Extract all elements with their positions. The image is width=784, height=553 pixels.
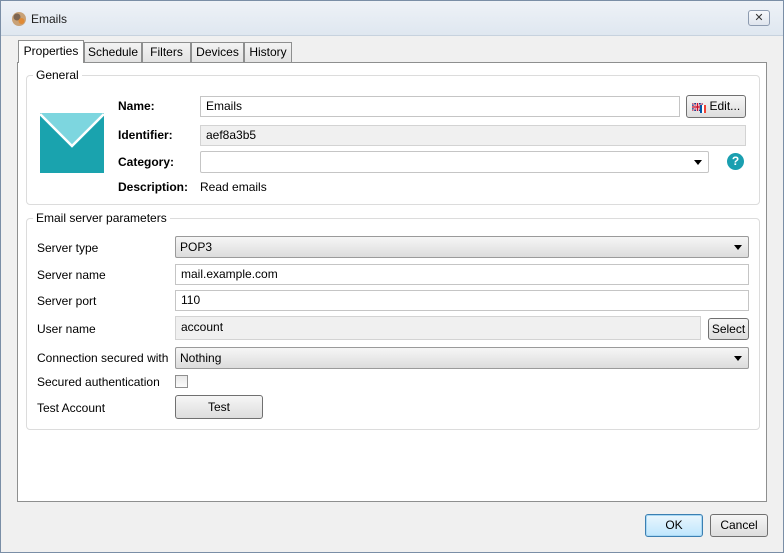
ok-button[interactable]: OK: [645, 514, 703, 537]
select-user-button[interactable]: Select: [708, 318, 749, 340]
help-icon[interactable]: ?: [727, 153, 744, 170]
user-name-field[interactable]: account: [175, 316, 701, 340]
tab-filters[interactable]: Filters: [142, 42, 191, 62]
connection-secured-label: Connection secured with: [37, 351, 169, 365]
fr-flag-icon: [700, 105, 707, 113]
secured-auth-label: Secured authentication: [37, 375, 160, 389]
user-name-label: User name: [37, 322, 96, 336]
server-port-label: Server port: [37, 294, 97, 308]
chevron-down-icon: [734, 245, 742, 250]
server-type-value: POP3: [180, 240, 213, 254]
title-bar[interactable]: Emails ✕: [1, 1, 783, 36]
server-port-input[interactable]: 110: [175, 290, 749, 311]
secured-auth-checkbox[interactable]: [175, 375, 188, 388]
close-button[interactable]: ✕: [748, 10, 770, 26]
dialog-window: Emails ✕ Properties Schedule Filters Dev…: [0, 0, 784, 553]
cancel-button[interactable]: Cancel: [710, 514, 768, 537]
general-group: General Name: Emails Edit... Identifier:…: [26, 68, 760, 205]
edit-button[interactable]: Edit...: [686, 95, 746, 118]
chevron-down-icon: [694, 160, 702, 165]
server-name-label: Server name: [37, 268, 106, 282]
email-server-group: Email server parameters Server type POP3…: [26, 211, 760, 430]
description-label: Description:: [118, 180, 189, 194]
test-account-label: Test Account: [37, 401, 106, 415]
connection-secured-value: Nothing: [180, 351, 222, 365]
test-button[interactable]: Test: [175, 395, 263, 419]
tab-schedule[interactable]: Schedule: [84, 42, 142, 62]
connection-secured-select[interactable]: Nothing: [175, 347, 749, 369]
name-input[interactable]: Emails: [200, 96, 680, 117]
properties-panel: General Name: Emails Edit... Identifier:…: [17, 62, 767, 502]
name-label: Name:: [118, 99, 155, 113]
server-type-label: Server type: [37, 241, 99, 255]
identifier-field: aef8a3b5: [200, 125, 746, 146]
tab-properties[interactable]: Properties: [18, 40, 84, 63]
server-type-select[interactable]: POP3: [175, 236, 749, 258]
edit-button-label: Edit...: [709, 99, 741, 113]
category-label: Category:: [118, 155, 175, 169]
chevron-down-icon: [734, 356, 742, 361]
email-server-legend: Email server parameters: [33, 211, 170, 225]
tab-history[interactable]: History: [244, 42, 292, 62]
server-name-input[interactable]: mail.example.com: [175, 264, 749, 285]
category-select[interactable]: [200, 151, 709, 173]
identifier-label: Identifier:: [118, 128, 173, 142]
envelope-icon: [40, 113, 104, 173]
general-legend: General: [33, 68, 82, 82]
window-title: Emails: [31, 12, 68, 26]
description-value: Read emails: [200, 180, 267, 194]
app-logo-icon: [12, 12, 26, 26]
tab-devices[interactable]: Devices: [191, 42, 244, 62]
